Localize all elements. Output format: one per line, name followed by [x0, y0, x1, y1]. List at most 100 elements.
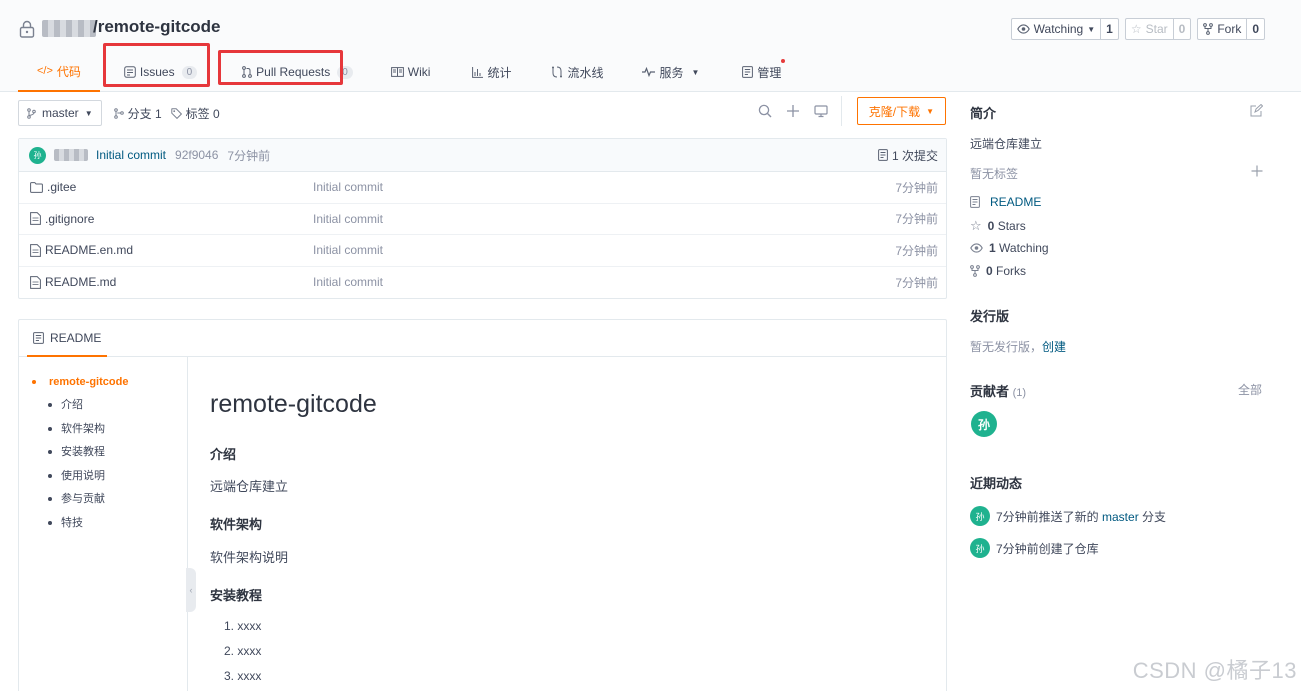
fork-count[interactable]: 0 — [1246, 19, 1264, 39]
branch-icon — [27, 107, 36, 119]
tab-pipeline-label: 流水线 — [567, 65, 604, 80]
file-row[interactable]: .gitee Initial commit 7分钟前 — [19, 172, 946, 204]
tab-services[interactable]: 服务 ▼ — [622, 52, 718, 92]
watch-button[interactable]: Watching ▼ 1 — [1010, 18, 1119, 40]
tab-issues[interactable]: Issues 0 — [100, 52, 216, 92]
toc-item[interactable]: 使用说明 — [19, 468, 187, 492]
web-ide-icon[interactable] — [814, 104, 828, 118]
repo-description: 远端仓库建立 — [970, 137, 1043, 151]
file-row[interactable]: README.en.md Initial commit 7分钟前 — [19, 235, 946, 267]
intro-title: 简介 — [970, 106, 997, 121]
commit-message-link[interactable]: Initial commit — [96, 148, 166, 162]
toc-item[interactable]: 安装教程 — [19, 444, 187, 468]
eye-icon — [970, 243, 983, 253]
search-icon[interactable] — [758, 104, 772, 118]
branch-select[interactable]: master ▼ — [18, 100, 102, 126]
readme-toc: remote-gitcode 介绍 软件架构 安装教程 使用说明 参与贡献 特技 — [19, 357, 188, 691]
fork-button[interactable]: Fork 0 — [1197, 18, 1265, 40]
branches-link[interactable]: 分支 1 — [113, 105, 162, 122]
tab-services-label: 服务 — [659, 65, 684, 80]
tab-pipeline[interactable]: 流水线 — [530, 52, 622, 92]
avatar[interactable]: 孙 — [971, 411, 997, 437]
activity-branch-link[interactable]: master — [1102, 510, 1139, 524]
avatar[interactable]: 孙 — [970, 506, 990, 526]
star-button[interactable]: ☆ Star 0 — [1124, 18, 1192, 40]
readme-title: remote-gitcode — [210, 390, 377, 418]
commit-count-link[interactable]: 1 次提交 — [878, 147, 938, 164]
avatar[interactable]: 孙 — [29, 146, 46, 164]
readme-icon — [970, 196, 980, 208]
branches-count: 分支 1 — [127, 106, 162, 121]
file-commit-message[interactable]: Initial commit — [313, 180, 383, 194]
file-row[interactable]: .gitignore Initial commit 7分钟前 — [19, 204, 946, 235]
stars-stat[interactable]: ☆ 0 Stars — [970, 218, 1026, 234]
watching-stat[interactable]: 1 Watching — [970, 241, 1049, 255]
avatar[interactable]: 孙 — [970, 538, 990, 558]
tab-pull-requests[interactable]: Pull Requests 0 — [216, 52, 372, 92]
file-icon — [30, 243, 41, 257]
committer-name-blurred[interactable] — [54, 149, 88, 161]
commit-list-icon — [878, 149, 888, 161]
plus-icon[interactable] — [786, 104, 800, 118]
folder-icon — [30, 181, 43, 193]
star-count[interactable]: 0 — [1172, 19, 1191, 39]
fork-icon — [1203, 23, 1214, 35]
tab-manage[interactable]: 管理 — [718, 52, 800, 92]
file-name[interactable]: README.en.md — [45, 243, 133, 257]
toolbar-divider — [841, 96, 842, 126]
tab-issues-label: Issues — [139, 65, 175, 79]
readme-tab-label: README — [50, 330, 102, 345]
tab-stats[interactable]: 统计 — [449, 52, 530, 92]
pull-request-icon — [242, 66, 253, 78]
file-row[interactable]: README.md Initial commit 7分钟前 — [19, 267, 946, 299]
file-commit-message[interactable]: Initial commit — [313, 275, 383, 289]
toc-collapse-handle[interactable]: ‹ — [186, 568, 196, 612]
create-release-link[interactable]: 创建 — [1042, 340, 1066, 354]
commit-count: 1 次提交 — [891, 148, 938, 163]
tags-link[interactable]: 标签 0 — [170, 105, 220, 122]
star-icon: ☆ — [1130, 22, 1142, 36]
caret-down-icon: ▼ — [1087, 24, 1096, 34]
readme-heading: 介绍 — [210, 447, 237, 462]
caret-down-icon: ▼ — [84, 108, 93, 118]
tab-code[interactable]: </> 代码 — [18, 52, 100, 92]
repo-title[interactable]: /remote-gitcode — [93, 17, 221, 37]
toc-item[interactable]: 介绍 — [19, 397, 187, 421]
toc-item[interactable]: 特技 — [19, 515, 187, 539]
toc-item[interactable]: remote-gitcode — [19, 374, 187, 397]
readme-paragraph: 软件架构说明 — [210, 550, 289, 565]
file-name[interactable]: README.md — [45, 275, 116, 289]
watch-label: Watching — [1033, 22, 1084, 36]
file-commit-message[interactable]: Initial commit — [313, 212, 383, 226]
tab-pull-requests-label: Pull Requests — [256, 65, 331, 79]
edit-icon[interactable] — [1250, 104, 1263, 117]
readme-heading: 安装教程 — [210, 588, 263, 603]
file-name[interactable]: .gitignore — [45, 212, 94, 226]
chevron-left-icon: ‹ — [189, 585, 193, 595]
all-contributors-link[interactable]: 全部 — [1238, 381, 1262, 398]
pr-count-badge: 0 — [337, 65, 353, 79]
commit-sha[interactable]: 92f9046 — [175, 148, 218, 162]
file-commit-message[interactable]: Initial commit — [313, 243, 383, 257]
file-name[interactable]: .gitee — [47, 180, 76, 194]
file-time: 7分钟前 — [895, 275, 938, 290]
clone-download-button[interactable]: 克隆/下载 ▼ — [856, 97, 946, 125]
forks-stat[interactable]: 0 Forks — [970, 264, 1026, 278]
notification-dot — [781, 59, 786, 63]
release-title: 发行版 — [970, 309, 1010, 324]
repo-tabs: </> 代码 Issues 0 Pull Requests 0 Wiki 统计 … — [18, 52, 800, 92]
readme-link[interactable]: README — [970, 195, 1041, 209]
readme-icon — [33, 331, 44, 344]
list-item: 2. xxxx — [224, 644, 262, 658]
tab-manage-label: 管理 — [757, 65, 782, 80]
tab-wiki[interactable]: Wiki — [372, 52, 450, 92]
owner-name-blurred[interactable] — [42, 20, 96, 37]
clone-download-label: 克隆/下载 — [868, 104, 921, 119]
issues-icon — [124, 66, 136, 78]
branch-bar: master ▼ 分支 1 标签 0 克隆/下载 ▼ — [18, 96, 946, 126]
toc-item[interactable]: 软件架构 — [19, 421, 187, 445]
toc-item[interactable]: 参与贡献 — [19, 491, 187, 515]
plus-icon[interactable] — [1251, 165, 1263, 177]
watch-count[interactable]: 1 — [1100, 19, 1118, 39]
readme-tab[interactable]: README — [27, 320, 108, 357]
